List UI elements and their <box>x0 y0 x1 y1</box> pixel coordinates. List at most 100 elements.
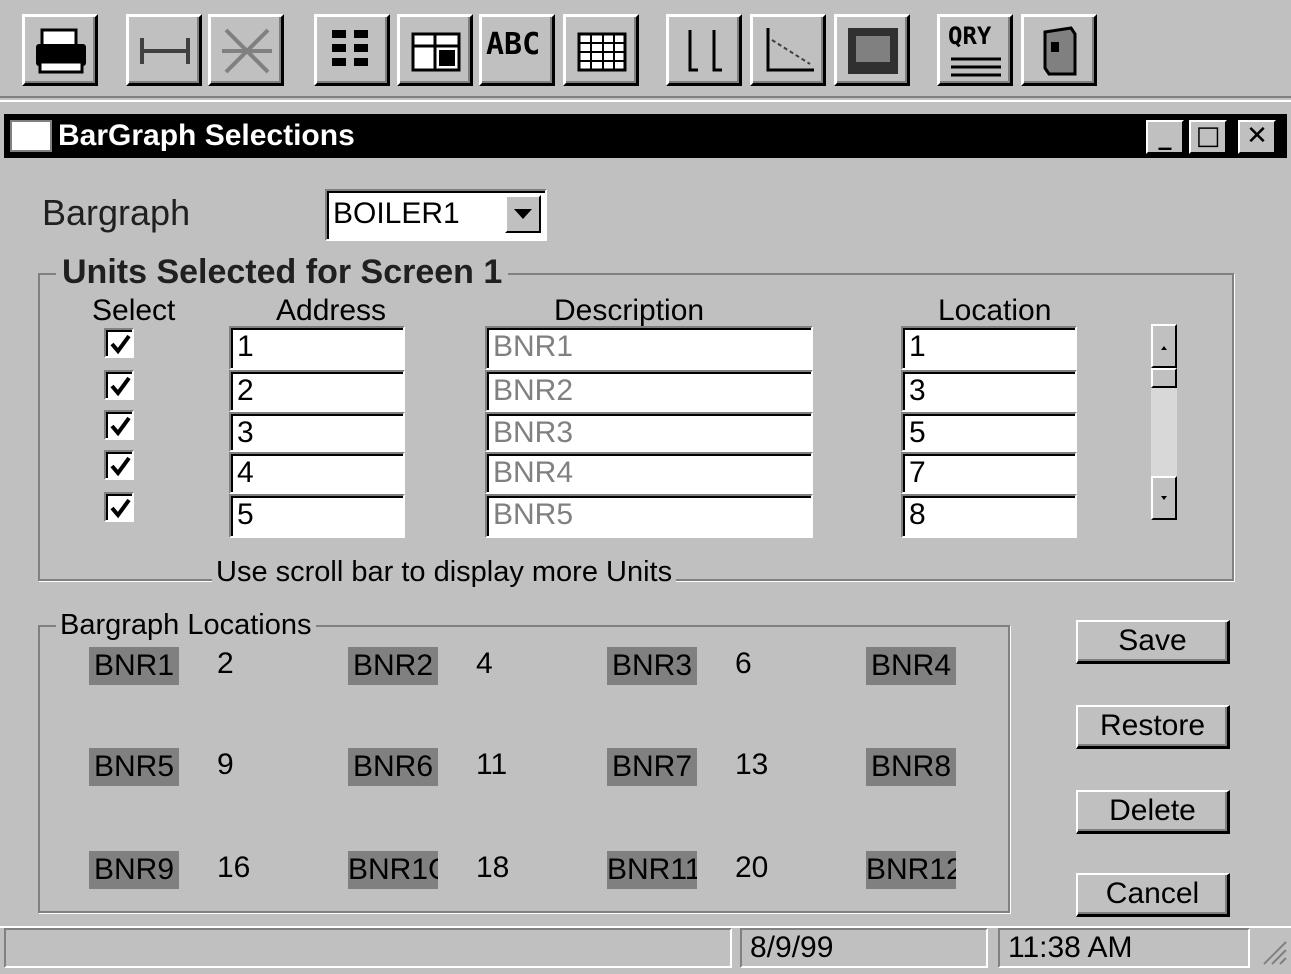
location-field[interactable]: 7 <box>901 452 1077 494</box>
description-field[interactable]: BNR4 <box>485 452 813 494</box>
scroll-hint: Use scroll bar to display more Units <box>212 555 677 589</box>
address-field[interactable]: 3 <box>229 412 405 452</box>
close-button[interactable]: ✕ <box>1238 120 1276 154</box>
select-checkbox[interactable] <box>104 370 134 400</box>
address-field[interactable]: 1 <box>229 326 405 370</box>
description-header: Description <box>554 294 705 327</box>
select-checkbox[interactable] <box>104 492 134 522</box>
location-tag[interactable]: BNR4 <box>866 647 956 685</box>
status-time: 11:38 AM <box>998 928 1250 968</box>
vertical-bars-icon <box>688 30 722 72</box>
arrow-down-icon <box>1161 496 1167 500</box>
select-header: Select <box>92 294 176 327</box>
cabinet-button[interactable] <box>1021 14 1097 86</box>
text-button[interactable]: ABC <box>479 14 555 86</box>
scroll-up-button[interactable] <box>1151 324 1177 368</box>
cancel-button[interactable]: Cancel <box>1076 873 1230 917</box>
arrow-up-icon <box>1161 346 1167 350</box>
horizontal-bar-button[interactable] <box>126 14 202 86</box>
location-tag[interactable]: BNR7 <box>607 748 697 786</box>
location-value: 6 <box>735 647 752 680</box>
description-field[interactable]: BNR2 <box>485 370 813 412</box>
grid-button[interactable] <box>563 14 639 86</box>
checkmark-icon <box>110 416 131 437</box>
location-tag[interactable]: BNR8 <box>866 748 956 786</box>
select-checkbox[interactable] <box>104 450 134 480</box>
location-field[interactable]: 5 <box>901 412 1077 452</box>
location-value: 2 <box>217 647 234 680</box>
location-value: 4 <box>476 647 493 680</box>
bargraph-select-value: BOILER1 <box>333 197 460 230</box>
locations-caption: Bargraph Locations <box>56 608 316 642</box>
query-button[interactable]: QRY <box>937 14 1013 86</box>
checkmark-icon <box>110 334 131 355</box>
status-date: 8/9/99 <box>740 928 988 968</box>
delete-button[interactable]: Delete <box>1076 790 1230 834</box>
location-tag[interactable]: BNR3 <box>607 647 697 685</box>
location-field[interactable]: 3 <box>901 370 1077 412</box>
query-lines-icon <box>951 57 1001 77</box>
location-value: 9 <box>217 748 234 781</box>
bargraph-select[interactable]: BOILER1 <box>325 189 547 241</box>
window-title: BarGraph Selections <box>58 119 355 152</box>
restore-button[interactable]: Restore <box>1076 705 1230 749</box>
location-tag[interactable]: BNR1C <box>348 851 438 889</box>
location-tag[interactable]: BNR5 <box>89 748 179 786</box>
data-table-icon <box>411 32 461 72</box>
location-tag[interactable]: BNR9 <box>89 851 179 889</box>
units-caption: Units Selected for Screen 1 <box>56 255 509 289</box>
select-checkbox[interactable] <box>104 410 134 440</box>
chevron-down-icon <box>514 209 532 219</box>
location-value: 20 <box>735 851 769 884</box>
location-value: 18 <box>476 851 510 884</box>
dropdown-button[interactable] <box>505 195 541 233</box>
app-icon[interactable] <box>10 120 52 152</box>
location-tag[interactable]: BNR1 <box>89 647 179 685</box>
scroll-thumb[interactable] <box>1151 368 1177 388</box>
location-value: 11 <box>476 748 508 781</box>
list-button[interactable] <box>314 14 390 86</box>
abc-text-icon: ABC <box>486 27 541 62</box>
horizontal-bar-icon <box>140 38 190 64</box>
description-field[interactable]: BNR1 <box>485 326 813 370</box>
vertical-bars-button[interactable] <box>666 14 742 86</box>
address-header: Address <box>276 294 387 327</box>
minimize-button[interactable]: _ <box>1146 120 1184 154</box>
checkmark-icon <box>110 456 131 477</box>
cross-bar-icon <box>222 28 272 74</box>
address-field[interactable]: 2 <box>229 370 405 412</box>
data-table-button[interactable] <box>397 14 473 86</box>
location-value: 16 <box>217 851 251 884</box>
grid-icon <box>577 32 627 72</box>
gauge-panel-button[interactable] <box>834 14 910 86</box>
resize-grip-icon[interactable] <box>1258 936 1288 968</box>
description-field[interactable]: BNR5 <box>485 494 813 538</box>
list-icon <box>332 30 368 66</box>
location-field[interactable]: 1 <box>901 326 1077 370</box>
location-field[interactable]: 8 <box>901 494 1077 538</box>
select-checkbox[interactable] <box>104 328 134 358</box>
units-scrollbar[interactable] <box>1151 324 1177 520</box>
trend-line-icon <box>766 28 814 72</box>
cross-bar-button[interactable] <box>208 14 284 86</box>
gauge-panel-icon <box>848 28 898 74</box>
location-tag[interactable]: BNR2 <box>348 647 438 685</box>
scroll-down-button[interactable] <box>1151 476 1177 520</box>
bargraph-label: Bargraph <box>42 192 191 233</box>
toolbar: ABC QRY <box>0 0 1291 98</box>
description-field[interactable]: BNR3 <box>485 412 813 452</box>
address-field[interactable]: 4 <box>229 452 405 494</box>
print-button[interactable] <box>22 14 98 86</box>
checkmark-icon <box>110 376 131 397</box>
locations-group <box>38 625 1010 913</box>
location-tag[interactable]: BNR11 <box>607 851 697 889</box>
location-header: Location <box>938 294 1052 327</box>
location-tag[interactable]: BNR12 <box>866 851 956 889</box>
address-field[interactable]: 5 <box>229 494 405 538</box>
location-tag[interactable]: BNR6 <box>348 748 438 786</box>
trend-button[interactable] <box>750 14 826 86</box>
maximize-button[interactable]: □ <box>1189 120 1227 154</box>
status-message-panel <box>4 928 732 968</box>
printer-icon <box>36 28 86 74</box>
save-button[interactable]: Save <box>1076 620 1230 664</box>
